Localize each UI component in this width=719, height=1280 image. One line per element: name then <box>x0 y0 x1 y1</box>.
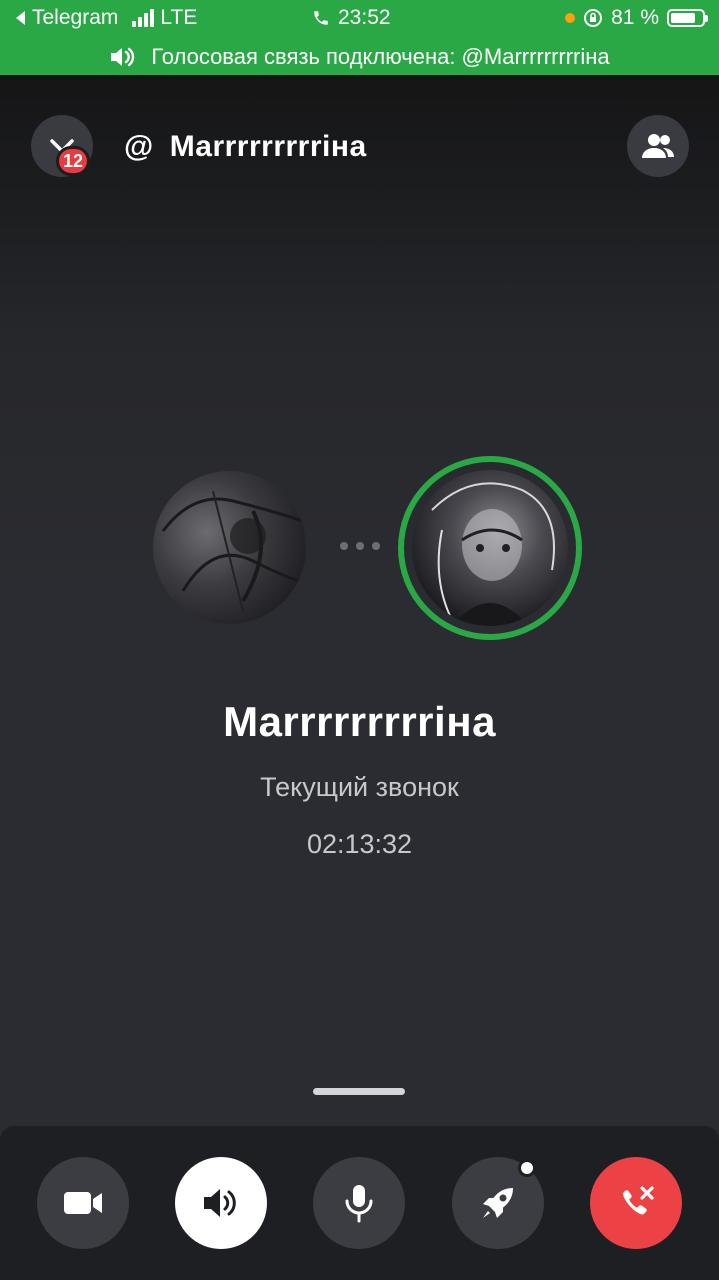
battery-percent: 81 % <box>611 6 659 29</box>
header-username: Marrrrrrrrrіна <box>169 130 367 163</box>
people-icon <box>642 134 674 158</box>
status-time: 23:52 <box>312 6 391 30</box>
my-avatar[interactable] <box>153 471 306 624</box>
clock-label: 23:52 <box>338 6 391 29</box>
drawer-handle[interactable] <box>313 1088 405 1095</box>
speaker-icon <box>111 47 135 66</box>
contact-avatar[interactable] <box>412 470 568 626</box>
video-camera-icon <box>64 1192 102 1214</box>
speaking-indicator-ring <box>398 456 582 640</box>
avatar-artwork <box>431 482 555 626</box>
phone-hangup-icon <box>622 1186 654 1215</box>
voice-connected-banner[interactable]: Голосовая связь подключена: @Marrrrrrrrr… <box>0 38 719 75</box>
status-right: 81 % <box>565 6 708 30</box>
speaker-button[interactable] <box>175 1157 267 1249</box>
back-to-app[interactable]: Telegram LTE <box>14 6 197 30</box>
microphone-button[interactable] <box>313 1157 405 1249</box>
activity-notification-dot <box>518 1159 536 1177</box>
back-arrow-icon <box>16 11 25 25</box>
microphone-icon <box>345 1185 373 1223</box>
at-icon: @ <box>124 130 154 163</box>
camera-button[interactable] <box>37 1157 129 1249</box>
network-label: LTE <box>160 6 198 29</box>
mic-in-use-indicator <box>565 13 576 23</box>
end-call-button[interactable] <box>590 1157 682 1249</box>
unread-badge: 12 <box>56 146 90 176</box>
call-background <box>0 75 719 1280</box>
battery-icon <box>667 9 708 27</box>
rocket-icon <box>483 1188 513 1218</box>
contact-name: Marrrrrrrrrіна <box>223 698 496 745</box>
members-button[interactable] <box>627 115 689 177</box>
signal-icon <box>132 9 155 27</box>
call-timer: 02:13:32 <box>306 829 413 859</box>
connecting-dots <box>340 542 380 550</box>
call-header-title: @ Marrrrrrrrrіна <box>124 126 367 168</box>
voice-banner-text: Голосовая связь подключена: @Marrrrrrrrr… <box>151 43 610 69</box>
back-app-label: Telegram <box>32 6 119 29</box>
orientation-lock-icon <box>584 9 603 27</box>
speaker-icon <box>204 1189 236 1217</box>
call-status: Текущий звонок <box>260 772 459 802</box>
phone-icon <box>314 11 328 25</box>
avatar-artwork <box>161 490 304 612</box>
status-bar: Telegram LTE 23:52 81 % <box>0 0 719 38</box>
